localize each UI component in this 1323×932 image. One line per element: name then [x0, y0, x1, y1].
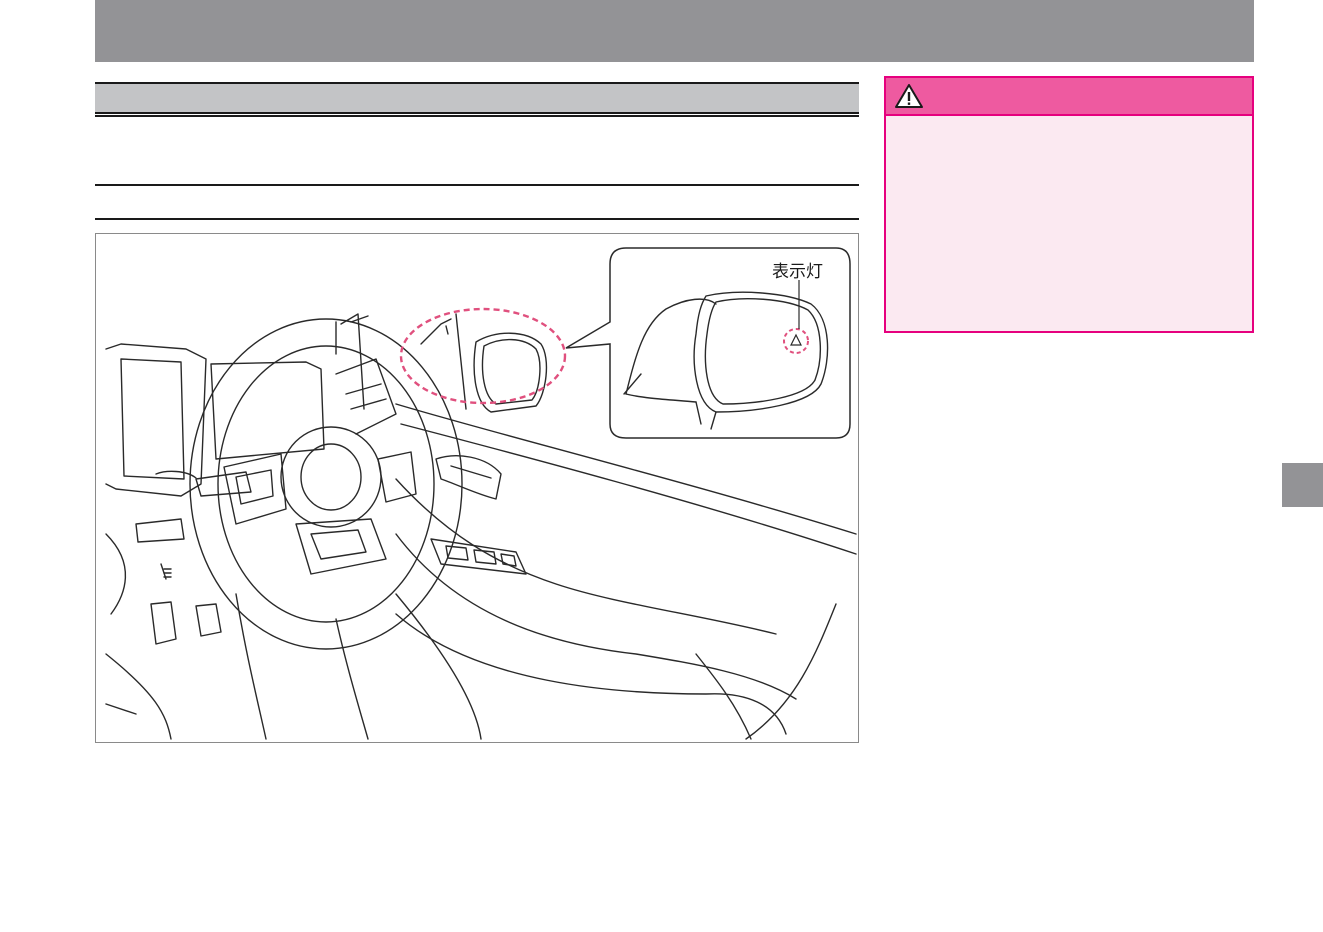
- page-header-band: [95, 0, 1254, 62]
- chapter-side-tab: [1282, 463, 1323, 507]
- warning-triangle-icon: [895, 84, 923, 108]
- car-interior-illustration: 表示灯: [95, 233, 859, 743]
- indicator-light-label: 表示灯: [772, 262, 823, 282]
- car-interior-drawing: 表示灯: [105, 247, 857, 740]
- section-rule-bottom: [95, 218, 859, 220]
- warning-header: [886, 78, 1252, 116]
- section-title-bar: [95, 82, 859, 114]
- section-rule-middle: [95, 184, 859, 186]
- warning-box: [884, 76, 1254, 333]
- section-rule-top: [95, 115, 859, 117]
